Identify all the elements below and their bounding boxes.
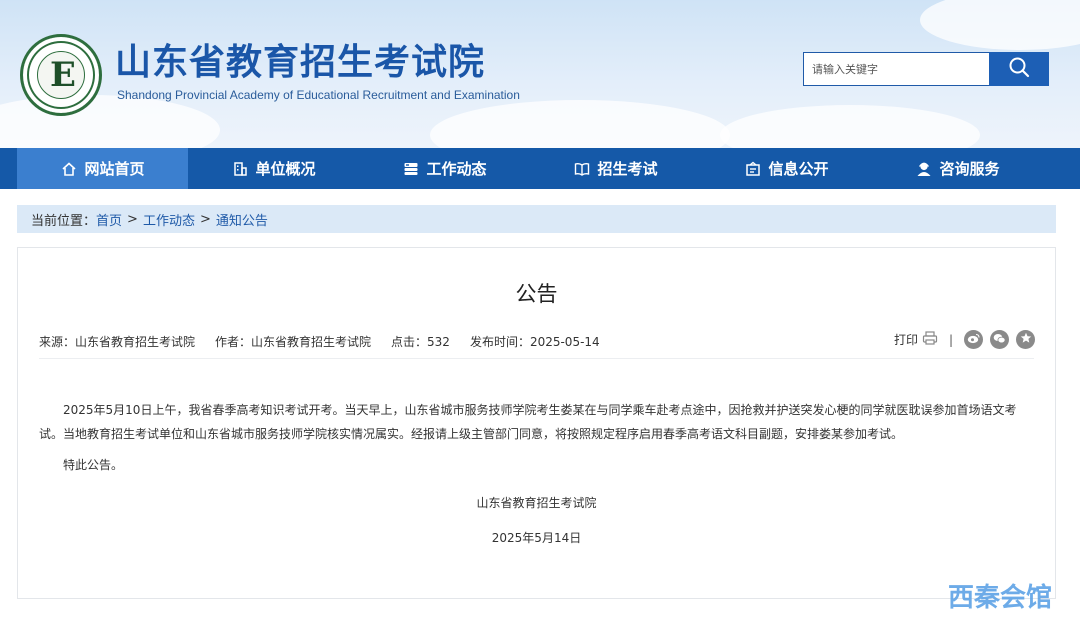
nav-label: 信息公开: [768, 160, 829, 178]
nav-label: 网站首页: [84, 160, 145, 178]
header-cloud: [920, 0, 1080, 50]
user-service-icon: [915, 160, 933, 178]
nav-item-about[interactable]: 单位概况: [188, 148, 359, 189]
watermark-logo: 西秦会馆: [948, 583, 1053, 613]
breadcrumb: 当前位置： 首页 > 工作动态 > 通知公告: [17, 205, 1056, 233]
meta-author: 作者：山东省教育招生考试院: [215, 335, 372, 349]
weibo-icon: [967, 333, 980, 347]
nav-label: 招生考试: [597, 160, 658, 178]
meta-source: 来源：山东省教育招生考试院: [39, 335, 196, 349]
site-subtitle: Shandong Provincial Academy of Education…: [117, 88, 520, 102]
nav-item-disclosure[interactable]: 信息公开: [701, 148, 872, 189]
notice-icon: [744, 160, 762, 178]
header-cloud: [720, 105, 980, 148]
wechat-icon: [993, 333, 1006, 347]
star-icon: [1020, 332, 1032, 347]
printer-icon: [922, 331, 938, 348]
nav-item-exams[interactable]: 招生考试: [530, 148, 701, 189]
nav-label: 咨询服务: [939, 160, 1000, 178]
home-icon: [60, 160, 78, 178]
meta-date: 发布时间：2025-05-14: [469, 335, 600, 349]
search-box: [803, 52, 1049, 86]
search-button[interactable]: [989, 52, 1049, 86]
weibo-share-button[interactable]: [964, 330, 983, 349]
article-body: 2025年5月10日上午，我省春季高考知识考试开考。当天早上，山东省城市服务技师…: [39, 398, 1034, 477]
logo-letter: E: [50, 55, 76, 95]
print-button[interactable]: 打印: [894, 331, 938, 348]
meta-clicks: 点击：532: [391, 335, 450, 349]
article-panel: 公告 来源：山东省教育招生考试院 作者：山东省教育招生考试院 点击：532 发布…: [17, 247, 1056, 599]
nav-item-news[interactable]: 工作动态: [359, 148, 530, 189]
breadcrumb-link-news[interactable]: 工作动态: [143, 210, 195, 229]
site-header: E 山东省教育招生考试院 Shandong Provincial Academy…: [0, 0, 1080, 148]
site-title: 山东省教育招生考试院: [115, 42, 486, 83]
tools-separator: |: [948, 332, 953, 347]
building-icon: [231, 160, 249, 178]
main-nav: 网站首页 单位概况 工作动态 招生考试 信息公开 咨询服务: [0, 148, 1080, 189]
site-logo[interactable]: E: [20, 34, 102, 116]
article-title: 公告: [515, 282, 558, 306]
server-icon: [402, 160, 420, 178]
search-input[interactable]: [803, 52, 989, 86]
breadcrumb-separator: >: [127, 211, 138, 227]
article-paragraph: 2025年5月10日上午，我省春季高考知识考试开考。当天早上，山东省城市服务技师…: [39, 403, 1017, 441]
book-icon: [573, 160, 591, 178]
breadcrumb-link-notices[interactable]: 通知公告: [216, 210, 268, 229]
article-paragraph: 特此公告。: [63, 458, 124, 472]
breadcrumb-prefix: 当前位置：: [31, 213, 97, 229]
wechat-share-button[interactable]: [990, 330, 1009, 349]
breadcrumb-separator: >: [199, 211, 211, 227]
logo-emblem: E: [37, 51, 85, 99]
nav-label: 单位概况: [255, 160, 316, 178]
meta-divider: [39, 358, 1034, 359]
favorite-button[interactable]: [1016, 330, 1035, 349]
article-sign-date: 2025年5月14日: [491, 531, 582, 545]
nav-item-home[interactable]: 网站首页: [17, 148, 188, 189]
print-label: 打印: [893, 333, 918, 347]
article-signature: 山东省教育招生考试院: [476, 496, 597, 510]
header-cloud: [430, 100, 730, 148]
nav-label: 工作动态: [426, 160, 487, 178]
breadcrumb-link-home[interactable]: 首页: [96, 210, 122, 229]
nav-item-consult[interactable]: 咨询服务: [872, 148, 1043, 189]
article-tools: 打印 |: [894, 330, 1035, 349]
search-icon: [1008, 56, 1030, 82]
article-meta: 来源：山东省教育招生考试院 作者：山东省教育招生考试院 点击：532 发布时间：…: [39, 333, 600, 350]
